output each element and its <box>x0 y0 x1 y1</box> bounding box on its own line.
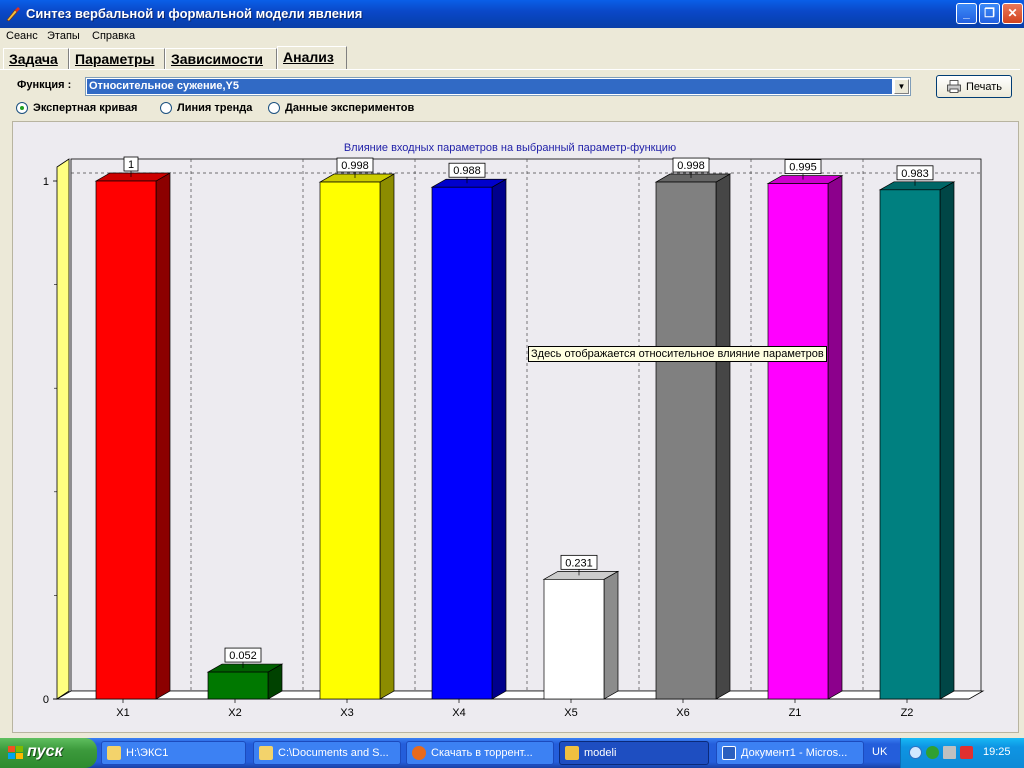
taskbar-item-modeli[interactable]: modeli <box>559 741 709 765</box>
folder-icon <box>107 746 121 760</box>
tab-task[interactable]: Задача <box>3 48 69 70</box>
window-title: Синтез вербальной и формальной модели яв… <box>26 6 363 21</box>
bar-side-x6 <box>715 173 731 700</box>
minimize-button[interactable]: _ <box>956 3 977 24</box>
tab-divider <box>0 69 1020 70</box>
torrent-icon[interactable] <box>926 746 939 759</box>
data-label: 0.998 <box>677 160 705 172</box>
taskbar-item-folder-documents[interactable]: C:\Documents and S... <box>253 741 401 765</box>
x-tick-label: X2 <box>228 707 241 719</box>
function-label: Функция : <box>17 79 72 91</box>
tab-strip: Задача Параметры Зависимости Анализ <box>0 46 1024 70</box>
system-tray: 19:25 <box>900 738 1024 768</box>
radio-label: Линия тренда <box>177 102 253 114</box>
chart-title: Влияние входных параметров на выбранный … <box>344 142 676 154</box>
x-tick-label: Z2 <box>901 707 914 719</box>
data-label: 0.998 <box>341 160 369 172</box>
app-window: Синтез вербальной и формальной модели яв… <box>0 0 1024 738</box>
menu-bar: Сеанс Этапы Справка <box>0 28 1024 46</box>
data-label: 0.988 <box>453 165 481 177</box>
bar-x1 <box>95 180 157 700</box>
tab-parameters[interactable]: Параметры <box>69 48 165 70</box>
chart-tooltip: Здесь отображается относительное влияние… <box>528 346 827 362</box>
x-tick-label: Z1 <box>789 707 802 719</box>
bar-side-x3 <box>379 173 395 700</box>
chart-floor <box>55 690 985 700</box>
close-button[interactable]: ✕ <box>1002 3 1023 24</box>
bar-z2 <box>879 189 941 700</box>
menu-item-session[interactable]: Сеанс <box>6 30 38 42</box>
x-tick-label: X5 <box>564 707 577 719</box>
taskbar-item-label: modeli <box>584 747 617 759</box>
chevron-down-icon[interactable]: ▼ <box>894 79 909 94</box>
bar-x6 <box>655 181 717 700</box>
printer-icon <box>947 80 961 93</box>
app-icon <box>6 7 20 22</box>
word-icon <box>722 746 736 760</box>
bar-chart: Влияние входных параметров на выбранный … <box>43 142 985 719</box>
bar-side-x1 <box>155 172 171 700</box>
bar-x3 <box>319 181 381 700</box>
chart-panel: Влияние входных параметров на выбранный … <box>12 121 1019 733</box>
windows-logo-icon <box>8 746 23 759</box>
x-tick-label: X6 <box>676 707 689 719</box>
menu-item-help[interactable]: Справка <box>92 30 135 42</box>
clock: 19:25 <box>983 746 1011 758</box>
data-label: 0.983 <box>901 168 929 180</box>
language-indicator[interactable]: UK <box>872 746 887 758</box>
title-bar[interactable]: Синтез вербальной и формальной модели яв… <box>0 0 1024 28</box>
print-button-label: Печать <box>966 81 1003 93</box>
taskbar-item-label: C:\Documents and S... <box>278 747 389 759</box>
start-label: пуск <box>27 743 63 760</box>
radio-indicator <box>16 102 28 114</box>
chart-back-wall <box>70 158 982 692</box>
taskbar-item-word[interactable]: Документ1 - Micros... <box>716 741 864 765</box>
bar-x2 <box>207 671 269 700</box>
x-tick-label: X4 <box>452 707 465 719</box>
network-icon[interactable] <box>943 746 956 759</box>
print-button[interactable]: Печать <box>936 75 1012 98</box>
data-label: 0.052 <box>229 650 257 662</box>
radio-indicator <box>160 102 172 114</box>
function-select-value: Относительное сужение,Y5 <box>87 79 892 94</box>
data-label: 0.231 <box>565 557 593 569</box>
x-tick-label: X1 <box>116 707 129 719</box>
restore-button[interactable]: ❐ <box>979 3 1000 24</box>
folder-icon <box>259 746 273 760</box>
taskbar: пуск H:\ЭКС1 C:\Documents and S... Скача… <box>0 738 1024 768</box>
bar-side-x4 <box>491 178 507 700</box>
back-arrow-icon[interactable] <box>909 746 922 759</box>
chart-left-wall <box>56 158 70 700</box>
y-tick-label: 0 <box>43 694 49 706</box>
firefox-icon <box>412 746 426 760</box>
function-select[interactable]: Относительное сужение,Y5 ▼ <box>85 77 911 96</box>
bar-side-z1 <box>827 174 843 700</box>
tab-analysis[interactable]: Анализ <box>277 46 347 70</box>
bar-z1 <box>767 183 829 700</box>
bar-x5 <box>543 578 605 700</box>
menu-item-stages[interactable]: Этапы <box>47 30 80 42</box>
taskbar-item-folder-h[interactable]: H:\ЭКС1 <box>101 741 246 765</box>
y-tick-label: 1 <box>43 176 49 188</box>
radio-label: Данные экспериментов <box>285 102 415 114</box>
radio-label: Экспертная кривая <box>33 102 138 114</box>
taskbar-item-label: H:\ЭКС1 <box>126 747 169 759</box>
bar-side-x5 <box>603 570 619 700</box>
bar-x4 <box>431 186 493 700</box>
taskbar-item-label: Скачать в торрент... <box>431 747 533 759</box>
bar-side-z2 <box>939 181 955 700</box>
x-tick-label: X3 <box>340 707 353 719</box>
tab-dependencies[interactable]: Зависимости <box>165 48 277 70</box>
data-label: 0.995 <box>789 162 817 174</box>
taskbar-item-browser[interactable]: Скачать в торрент... <box>406 741 554 765</box>
app-icon <box>565 746 579 760</box>
taskbar-item-label: Документ1 - Micros... <box>741 747 848 759</box>
start-button[interactable]: пуск <box>0 738 97 768</box>
antivirus-icon[interactable] <box>960 746 973 759</box>
data-label: 1 <box>128 159 134 171</box>
radio-indicator <box>268 102 280 114</box>
